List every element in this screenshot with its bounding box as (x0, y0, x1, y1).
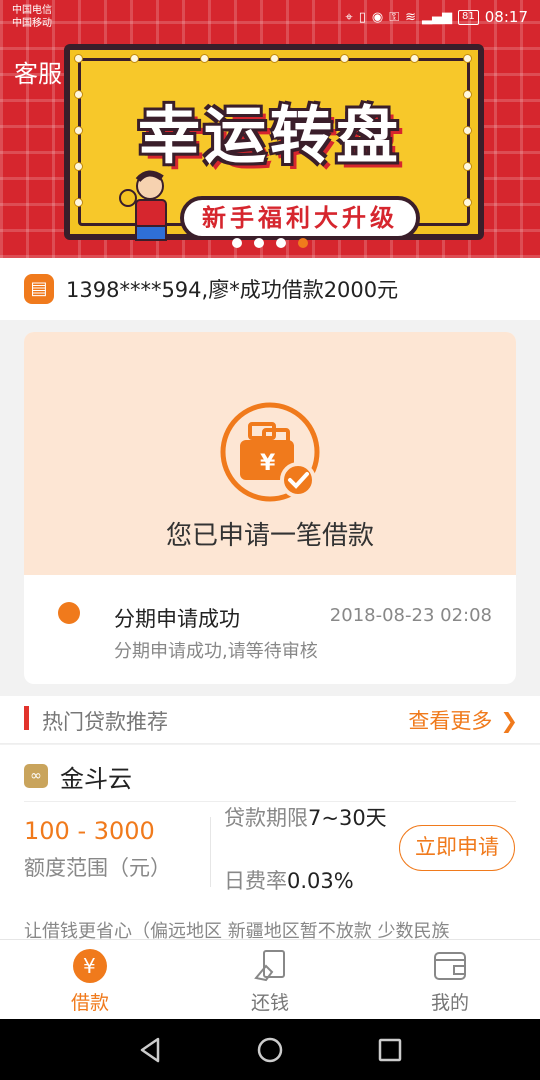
banner-subtitle: 新手福利大升级 (180, 196, 420, 240)
divider-vertical (210, 817, 211, 887)
daily-rate: 日费率0.03% (224, 865, 354, 895)
bulb-icon (410, 54, 419, 63)
rate-label: 日费率 (224, 869, 287, 893)
hot-loans-header: 热门贷款推荐 查看更多 ❯ (0, 696, 540, 744)
bulb-icon (74, 126, 83, 135)
apply-now-button[interactable]: 立即申请 (399, 825, 515, 871)
term-value: 7~30天 (308, 806, 387, 830)
product-name: 金斗云 (60, 765, 132, 793)
record-title: 分期申请成功 (114, 607, 240, 631)
signal-icon: ▂▄▆ (422, 9, 453, 25)
repay-icon (254, 950, 285, 982)
divider (24, 801, 516, 802)
yuan-icon: ¥ (73, 949, 107, 983)
bulb-icon (463, 90, 472, 99)
key-icon: ⚿ (389, 9, 400, 25)
record-time: 2018-08-23 02:08 (329, 605, 492, 626)
bulb-icon (463, 162, 472, 171)
bulb-icon (340, 54, 349, 63)
carousel-dot[interactable] (254, 238, 264, 248)
notice-bar: ▤ 1398****594,廖*成功借款2000元 (0, 258, 540, 320)
tab-label: 还钱 (250, 992, 289, 1014)
tab-borrow[interactable]: ¥ 借款 (0, 940, 180, 1020)
application-status-panel: ¥ 您已申请一笔借款 (24, 332, 516, 575)
back-icon[interactable] (136, 1035, 166, 1065)
bulb-icon (130, 54, 139, 63)
wallet-icon (434, 952, 466, 980)
carrier-1: 中国电信 (12, 5, 52, 16)
bottom-tab-bar: ¥ 借款 还钱 我的 (0, 939, 540, 1019)
loan-term: 贷款期限7~30天 (224, 803, 388, 833)
notice-text: 1398****594,廖*成功借款2000元 (66, 278, 399, 302)
notice-icon: ▤ (24, 274, 54, 304)
application-record[interactable]: 分期申请成功 2018-08-23 02:08 分期申请成功,请等待审核 (24, 575, 516, 684)
status-dot (58, 602, 80, 624)
bulb-icon (270, 54, 279, 63)
bulb-icon (74, 198, 83, 207)
banner[interactable]: 中国电信 中国移动 ⌖ ▯ ◉ ⚿ ≋ ▂▄▆ 81 08:17 幸运转盘 新手… (0, 0, 540, 258)
chevron-right-icon: ❯ (500, 709, 518, 733)
system-navigation-bar (0, 1019, 540, 1080)
rate-value: 0.03% (287, 869, 354, 893)
carousel-dot-active[interactable] (298, 238, 308, 248)
customer-service-button[interactable]: 客服 (14, 54, 62, 89)
amount-range-label: 额度范围（元） (24, 856, 171, 880)
banner-title-wrap: 幸运转盘 (100, 100, 440, 172)
tab-repay[interactable]: 还钱 (180, 940, 360, 1020)
product-logo-icon: ∞ (24, 764, 48, 788)
tab-label: 借款 (70, 992, 109, 1014)
eye-icon: ◉ (371, 9, 384, 25)
tab-mine[interactable]: 我的 (360, 940, 540, 1020)
bulb-icon (74, 54, 83, 63)
location-icon: ⌖ (345, 9, 353, 25)
bulb-icon (74, 90, 83, 99)
loan-product-card[interactable]: ∞ 金斗云 100 - 3000 额度范围（元） 贷款期限7~30天 日费率0.… (0, 745, 540, 942)
wifi-icon: ≋ (405, 9, 417, 25)
hot-loans-title: 热门贷款推荐 (42, 710, 168, 734)
svg-text:¥: ¥ (83, 954, 96, 978)
carrier-info: 中国电信 中国移动 (12, 4, 52, 30)
section-marker (24, 706, 29, 730)
view-more-link[interactable]: 查看更多 ❯ (408, 705, 518, 735)
carrier-2: 中国移动 (12, 18, 52, 29)
bulb-icon (74, 162, 83, 171)
banner-title: 幸运转盘 (137, 99, 402, 172)
carousel-dot[interactable] (232, 238, 242, 248)
vibrate-icon: ▯ (358, 9, 366, 25)
carousel-dot[interactable] (276, 238, 286, 248)
bulb-icon (463, 54, 472, 63)
loan-applied-icon: ¥ (220, 402, 320, 502)
term-label: 贷款期限 (224, 806, 308, 830)
bulb-icon (463, 126, 472, 135)
application-status-text: 您已申请一笔借款 (165, 521, 374, 551)
bulb-icon (200, 54, 209, 63)
clock: 08:17 (484, 8, 528, 26)
mascot-icon (119, 170, 167, 241)
amount-range: 100 - 3000 (24, 817, 155, 845)
home-icon[interactable] (255, 1035, 285, 1065)
battery-icon: 81 (458, 9, 479, 25)
recents-icon[interactable] (375, 1035, 405, 1065)
status-bar: 中国电信 中国移动 ⌖ ▯ ◉ ⚿ ≋ ▂▄▆ 81 08:17 (0, 0, 540, 36)
svg-text:¥: ¥ (260, 451, 276, 476)
view-more-label: 查看更多 (408, 709, 493, 733)
tab-label: 我的 (430, 992, 469, 1014)
application-card[interactable]: ¥ 您已申请一笔借款 分期申请成功 2018-08-23 02:08 分期申请成… (24, 332, 516, 684)
record-subtitle: 分期申请成功,请等待审核 (114, 641, 318, 662)
carousel-indicator (0, 238, 540, 248)
status-icons: ⌖ ▯ ◉ ⚿ ≋ ▂▄▆ 81 08:17 (345, 8, 528, 26)
bulb-icon (463, 198, 472, 207)
